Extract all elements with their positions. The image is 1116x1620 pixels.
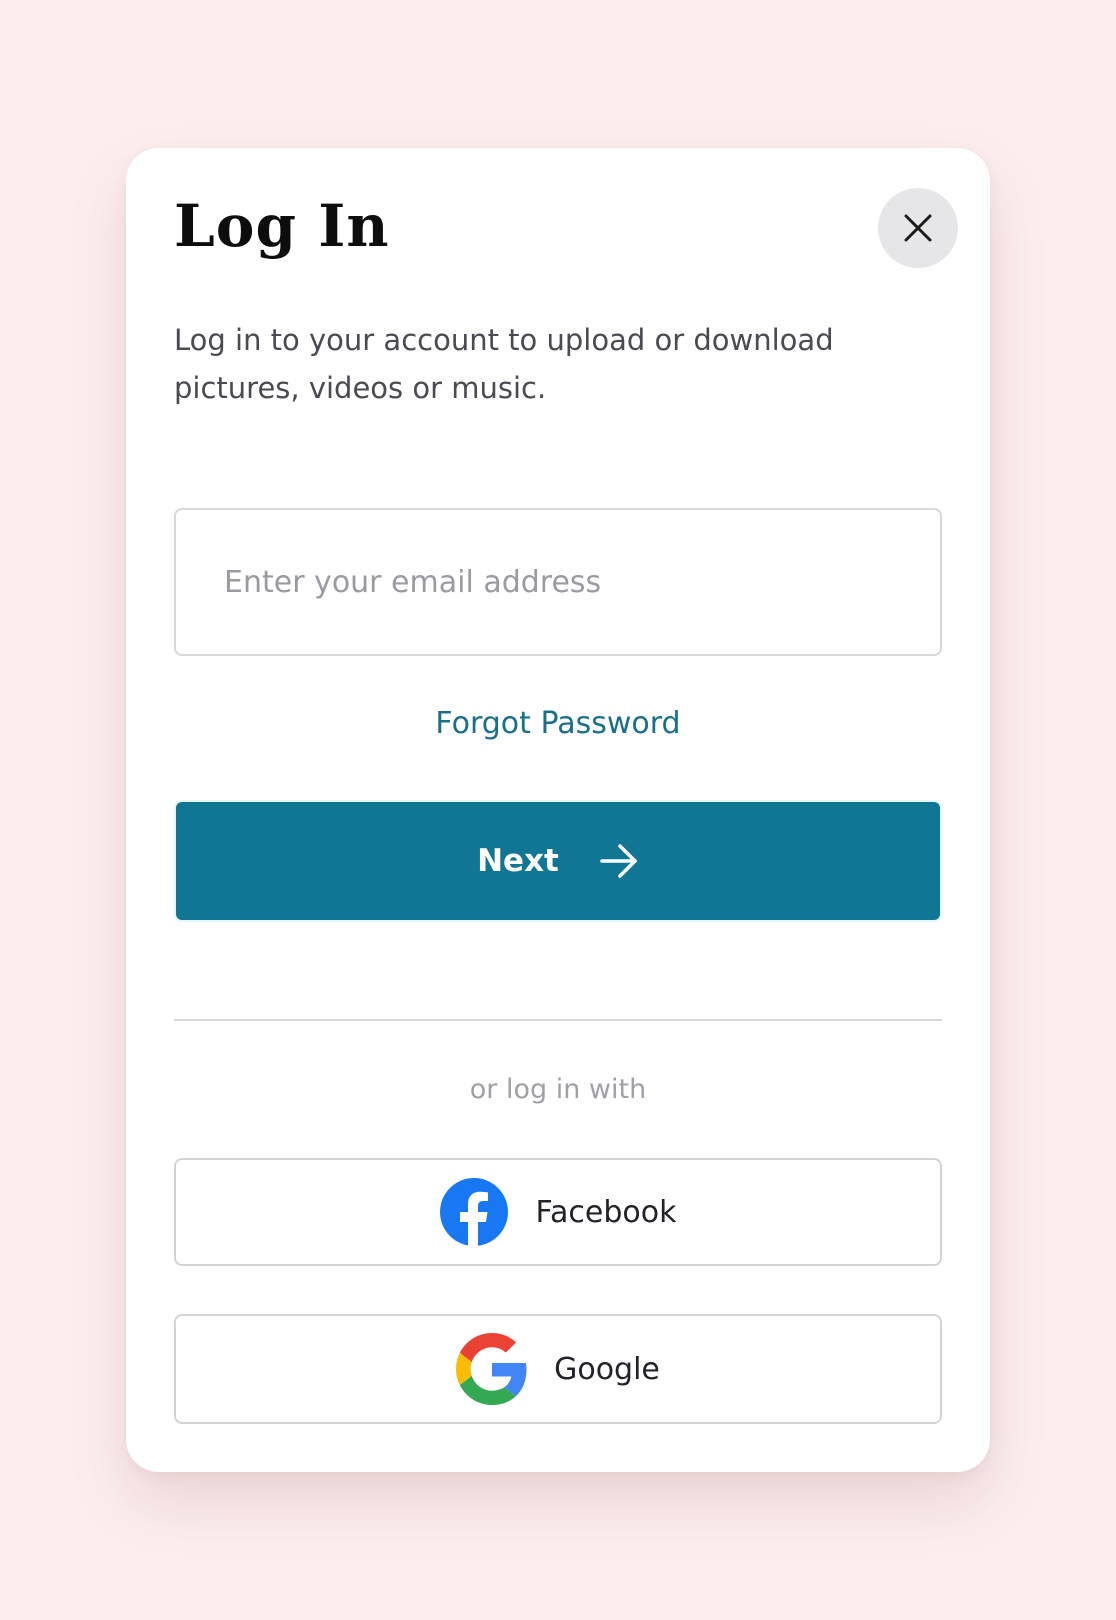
login-modal: Log In Log in to your account to upload … [126,148,990,1472]
google-icon [456,1333,528,1405]
next-button[interactable]: Next [174,800,942,922]
forgot-password-link[interactable]: Forgot Password [174,704,942,744]
facebook-label: Facebook [535,1194,677,1230]
close-button[interactable] [878,188,958,268]
facebook-icon [439,1178,508,1246]
next-button-label: Next [477,843,559,879]
facebook-login-button[interactable]: Facebook [174,1158,942,1266]
google-label: Google [554,1351,660,1387]
arrow-right-icon [599,843,639,879]
modal-title: Log In [174,192,390,260]
email-field[interactable] [174,508,942,656]
social-login-caption: or log in with [469,1074,647,1105]
google-login-button[interactable]: Google [174,1314,942,1424]
modal-subtitle: Log in to your account to upload or down… [174,323,834,405]
divider [174,1019,942,1021]
close-icon [902,212,934,244]
